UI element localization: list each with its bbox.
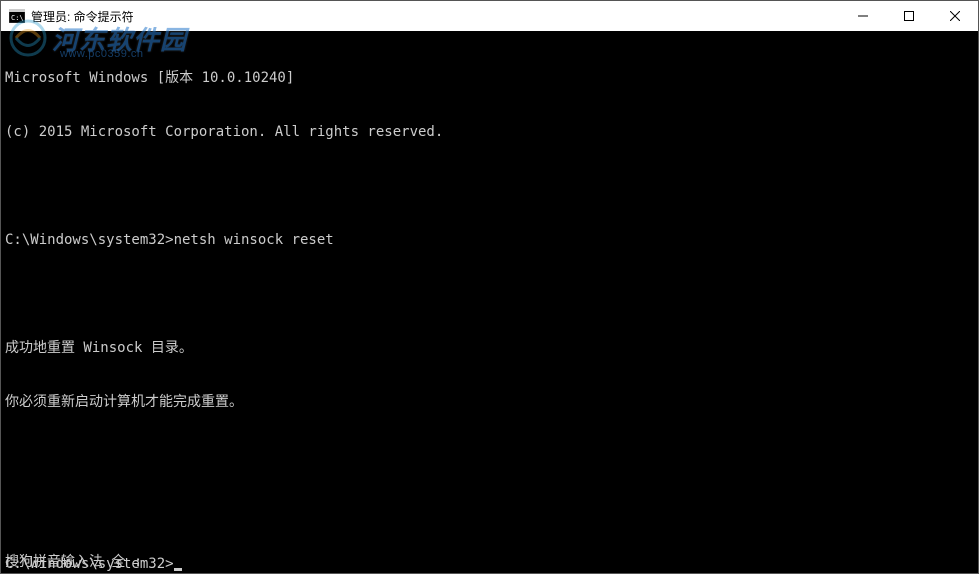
titlebar-left: C:\ 管理员: 命令提示符 bbox=[1, 8, 134, 25]
window-titlebar[interactable]: C:\ 管理员: 命令提示符 bbox=[1, 1, 978, 31]
cmd-icon: C:\ bbox=[9, 9, 25, 23]
window-title: 管理员: 命令提示符 bbox=[31, 8, 134, 25]
terminal-line: C:\Windows\system32>netsh winsock reset bbox=[5, 231, 974, 249]
svg-text:C:\: C:\ bbox=[11, 14, 24, 22]
terminal-line bbox=[5, 447, 974, 465]
terminal-line bbox=[5, 285, 974, 303]
terminal-area[interactable]: Microsoft Windows [版本 10.0.10240] (c) 20… bbox=[1, 31, 978, 573]
maximize-button[interactable] bbox=[886, 1, 932, 31]
minimize-button[interactable] bbox=[840, 1, 886, 31]
terminal-line bbox=[5, 501, 974, 519]
terminal-line: 成功地重置 Winsock 目录。 bbox=[5, 339, 974, 357]
terminal-line: (c) 2015 Microsoft Corporation. All righ… bbox=[5, 123, 974, 141]
terminal-prompt-line: C:\Windows\system32> bbox=[5, 555, 974, 573]
terminal-cursor bbox=[174, 568, 182, 571]
terminal-line: Microsoft Windows [版本 10.0.10240] bbox=[5, 69, 974, 87]
command-prompt-window: C:\ 管理员: 命令提示符 Microsoft Windows [版本 10.… bbox=[0, 0, 979, 574]
terminal-line: 你必须重新启动计算机才能完成重置。 bbox=[5, 393, 974, 411]
close-button[interactable] bbox=[932, 1, 978, 31]
window-controls bbox=[840, 1, 978, 31]
terminal-line bbox=[5, 177, 974, 195]
ime-status: 搜狗拼音输入法 全 : bbox=[5, 553, 142, 571]
